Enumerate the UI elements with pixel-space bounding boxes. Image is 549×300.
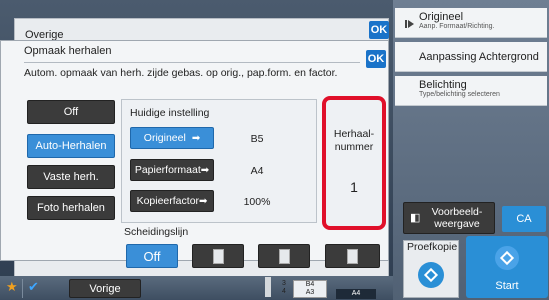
diamond-icon bbox=[499, 250, 515, 266]
paper-size-label: Papierformaat bbox=[134, 164, 201, 176]
tray-number: 4 bbox=[282, 288, 286, 295]
start-label: Start bbox=[495, 280, 519, 292]
repeat-number-highlight bbox=[322, 96, 386, 230]
separator-off-button[interactable]: Off bbox=[126, 244, 178, 268]
tray-sizes: B4 A3 bbox=[293, 280, 327, 298]
mode-photo-repeat-button[interactable]: Foto herhalen bbox=[27, 196, 115, 220]
preview-label-line1: Voorbeeld- bbox=[431, 206, 483, 218]
original-button[interactable]: Origineel ➡ bbox=[130, 127, 214, 149]
dialog-description: Autom. opmaak van herh. zijde gebas. op … bbox=[24, 67, 338, 79]
title-divider bbox=[24, 62, 360, 63]
selected-tray-size: A4 bbox=[336, 289, 376, 299]
right-item-origineel[interactable]: Origineel Aanp. Formaat/Richting. bbox=[395, 8, 547, 38]
page-line-icon bbox=[347, 248, 358, 264]
tray-indicator-icon bbox=[265, 277, 271, 297]
original-value: B5 bbox=[250, 133, 264, 145]
bottom-bar bbox=[0, 276, 393, 300]
clear-all-button[interactable]: CA bbox=[502, 206, 546, 232]
right-item-title: Origineel bbox=[419, 11, 464, 23]
separator-option-2-button[interactable] bbox=[258, 244, 310, 268]
arrow-right-icon: ➡ bbox=[191, 132, 201, 144]
copy-ratio-button[interactable]: Kopieerfactor ➡ bbox=[130, 190, 214, 212]
preview-icon: ◧ bbox=[410, 212, 421, 224]
right-item-achtergrond[interactable]: Aanpassing Achtergrond bbox=[395, 42, 547, 72]
dialog-title: Opmaak herhalen bbox=[24, 45, 112, 57]
separator-option-1-button[interactable] bbox=[192, 244, 244, 268]
page-line-icon bbox=[212, 248, 224, 264]
right-item-subtitle: Type/belichting selecteren bbox=[419, 91, 500, 98]
tray-size: B4 bbox=[305, 281, 315, 288]
repeat-number-value: 1 bbox=[350, 179, 358, 195]
start-button[interactable]: Start bbox=[466, 236, 548, 298]
paper-size-button[interactable]: Papierformaat ➡ bbox=[130, 159, 214, 181]
copy-ratio-value: 100% bbox=[243, 196, 271, 208]
arrow-right-icon: ➡ bbox=[200, 164, 210, 176]
proof-copy-label: Proefkopie bbox=[407, 241, 458, 253]
separator-option-3-button[interactable] bbox=[325, 244, 380, 268]
expand-bar-icon bbox=[405, 20, 407, 28]
tray-number: 3 bbox=[282, 280, 286, 287]
star-icon[interactable]: ★ bbox=[6, 279, 18, 295]
dialog-ok-button[interactable]: OK bbox=[366, 50, 386, 68]
mode-off-button[interactable]: Off bbox=[27, 100, 115, 124]
check-icon[interactable]: ✔ bbox=[22, 279, 44, 298]
start-icon bbox=[495, 246, 519, 270]
mode-fixed-repeat-button[interactable]: Vaste herh. bbox=[27, 165, 115, 189]
right-item-title: Aanpassing Achtergrond bbox=[419, 51, 539, 63]
proof-copy-icon bbox=[418, 262, 444, 288]
arrow-right-icon: ➡ bbox=[199, 195, 208, 207]
expand-arrow-icon[interactable] bbox=[408, 20, 414, 28]
repeat-number-label: Herhaal- nummer bbox=[326, 128, 382, 154]
right-item-title: Belichting bbox=[419, 79, 467, 91]
current-settings-heading: Huidige instelling bbox=[130, 107, 210, 119]
right-item-subtitle: Aanp. Formaat/Richting. bbox=[419, 23, 495, 30]
mode-auto-repeat-button[interactable]: Auto-Herhalen bbox=[27, 134, 115, 158]
outer-ok-button[interactable]: OK bbox=[369, 21, 389, 39]
repeat-label-line2: nummer bbox=[334, 141, 374, 153]
original-label: Origineel bbox=[143, 132, 186, 144]
right-item-belichting[interactable]: Belichting Type/belichting selecteren bbox=[395, 76, 547, 106]
repeat-label-line1: Herhaal- bbox=[333, 128, 375, 140]
back-button[interactable]: Vorige bbox=[69, 279, 141, 298]
separator-heading: Scheidingslijn bbox=[124, 226, 189, 238]
preview-label-line2: weergave bbox=[434, 218, 480, 230]
preview-button[interactable]: ◧ Voorbeeld- weergave bbox=[403, 202, 495, 234]
tray-size: A3 bbox=[305, 289, 315, 296]
diamond-icon bbox=[423, 267, 439, 283]
paper-size-value: A4 bbox=[250, 165, 264, 177]
page-line-icon bbox=[278, 248, 290, 264]
tray-numbers: 3 4 bbox=[280, 280, 288, 298]
copy-ratio-label: Kopieerfactor bbox=[136, 195, 200, 207]
